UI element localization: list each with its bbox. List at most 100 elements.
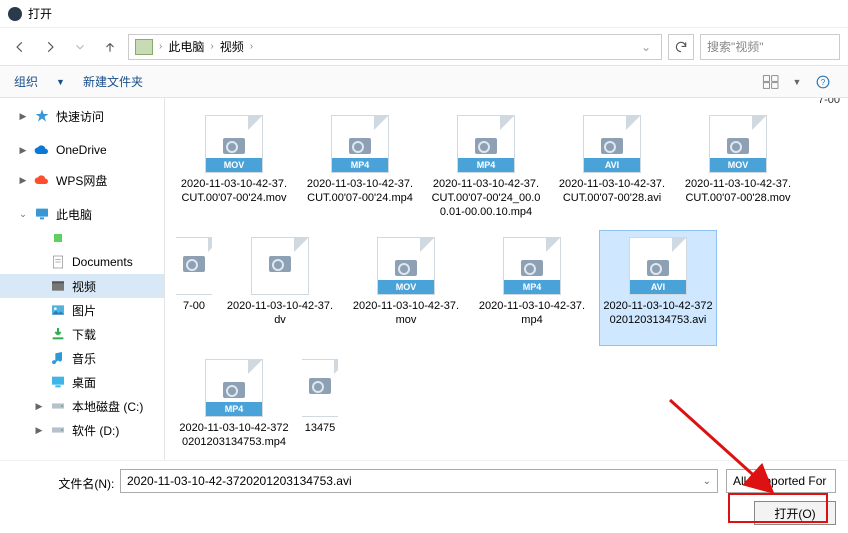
camera-icon (647, 260, 669, 276)
organize-menu[interactable]: 组织 (14, 73, 38, 90)
sidebar-item-this-pc[interactable]: ⌄ 此电脑 (0, 202, 164, 226)
new-folder-button[interactable]: 新建文件夹 (83, 73, 143, 90)
file-thumbnail: MP4 (205, 359, 263, 417)
expand-icon[interactable]: ▶ (18, 111, 28, 122)
file-thumbnail: AVI (629, 237, 687, 295)
file-item[interactable]: MP4 2020-11-03-10-42-3720201203134753.mp4 (175, 352, 293, 460)
format-badge: MP4 (458, 158, 514, 172)
file-name: 2020-11-03-10-42-3720201203134753.mp4 (178, 421, 290, 460)
sidebar-item-music[interactable]: 音乐 (0, 346, 164, 370)
chevron-down-icon[interactable]: ⌄ (703, 476, 711, 487)
sidebar-item-videos[interactable]: 视频 (0, 274, 164, 298)
file-name: 2020-11-03-10-42-37.mov (350, 299, 462, 341)
file-item[interactable]: MP4 2020-11-03-10-42-37.CUT.00'07-00'24_0… (427, 108, 545, 224)
file-name: 2020-11-03-10-42-37.CUT.00'07-00'24_00.0… (430, 177, 542, 219)
sidebar-item-documents[interactable]: Documents (0, 250, 164, 274)
download-icon (50, 326, 66, 342)
recent-dropdown[interactable] (68, 35, 92, 59)
format-badge: MOV (378, 280, 434, 294)
content: ▶ 快速访问 ▶ OneDrive ▶ WPS网盘 ⌄ 此电脑 (0, 98, 848, 460)
format-badge: MP4 (206, 402, 262, 416)
expand-icon[interactable]: ▶ (18, 175, 28, 186)
expand-icon[interactable]: ▶ (18, 145, 28, 156)
file-thumbnail: MOV (377, 237, 435, 295)
file-name: 13475 (302, 421, 338, 460)
sidebar-item-wps[interactable]: ▶ WPS网盘 (0, 168, 164, 192)
sidebar-item-downloads[interactable]: 下载 (0, 322, 164, 346)
sidebar-item-drive-d[interactable]: ▶ 软件 (D:) (0, 418, 164, 442)
search-placeholder: 搜索"视频" (707, 38, 764, 55)
file-thumbnail: AVI (583, 115, 641, 173)
sidebar-item-onedrive[interactable]: ▶ OneDrive (0, 138, 164, 162)
expand-icon[interactable]: ▶ (34, 401, 44, 412)
view-mode-button[interactable] (760, 73, 782, 91)
refresh-button[interactable] (668, 34, 694, 60)
file-item[interactable]: 13475 (301, 352, 339, 460)
file-type-filter[interactable]: All Supported For (726, 469, 836, 493)
file-name: 2020-11-03-10-42-37.dv (224, 299, 336, 341)
desktop-icon (50, 374, 66, 390)
filename-label: 文件名(N): (58, 475, 114, 492)
file-thumbnail (251, 237, 309, 295)
file-thumbnail (175, 237, 213, 295)
breadcrumb[interactable]: › 此电脑 › 视频 › ⌄ (128, 34, 662, 60)
cube-icon (50, 230, 66, 246)
chevron-down-icon[interactable]: ▼ (786, 73, 808, 91)
file-item[interactable]: MOV2020-11-03-10-42-37.CUT.00'07-00'28.m… (679, 108, 797, 224)
open-button[interactable]: 打开(O) (754, 501, 836, 525)
sidebar-item-desktop[interactable]: 桌面 (0, 370, 164, 394)
filename-input[interactable]: 2020-11-03-10-42-3720201203134753.avi ⌄ (120, 469, 718, 493)
window-title: 打开 (28, 5, 52, 22)
file-name: 2020-11-03-10-42-37.mp4 (476, 299, 588, 341)
crumb-folder[interactable]: 视频 (220, 38, 244, 55)
file-item[interactable]: 7-00 (175, 230, 213, 346)
chevron-down-icon: ▼ (56, 77, 65, 87)
sidebar-item-drive-c[interactable]: ▶ 本地磁盘 (C:) (0, 394, 164, 418)
sidebar-item-quick-access[interactable]: ▶ 快速访问 (0, 104, 164, 128)
file-name: 7-00 (176, 299, 212, 341)
file-thumbnail: MOV (709, 115, 767, 173)
file-item[interactable]: AVI2020-11-03-10-42-37.CUT.00'07-00'28.a… (553, 108, 671, 224)
file-item[interactable]: MP42020-11-03-10-42-37.CUT.00'07-00'24.m… (301, 108, 419, 224)
sidebar-item-pictures[interactable]: 图片 (0, 298, 164, 322)
search-input[interactable]: 搜索"视频" (700, 34, 840, 60)
svg-text:?: ? (821, 77, 826, 86)
format-badge: AVI (584, 158, 640, 172)
back-button[interactable] (8, 35, 32, 59)
bottom-bar: 文件名(N): 2020-11-03-10-42-372020120313475… (0, 460, 848, 533)
camera-icon (521, 260, 543, 276)
file-item[interactable]: MP42020-11-03-10-42-37.mp4 (473, 230, 591, 346)
collapse-icon[interactable]: ⌄ (18, 209, 28, 220)
chevron-right-icon: › (250, 41, 253, 52)
format-badge: MP4 (332, 158, 388, 172)
camera-icon (601, 138, 623, 154)
sidebar-item-3d[interactable] (0, 226, 164, 250)
camera-icon (349, 138, 371, 154)
file-item[interactable]: MOV 2020-11-03-10-42-37.mov (347, 230, 465, 346)
file-thumbnail: MP4 (457, 115, 515, 173)
file-name: 2020-11-03-10-42-37.CUT.00'07-00'24.mov (178, 177, 290, 219)
file-thumbnail: MOV (205, 115, 263, 173)
file-thumbnail (301, 359, 339, 417)
file-grid[interactable]: 7-00 MOV2020-11-03-10-42-37.CUT.00'07-00… (165, 98, 848, 460)
file-item[interactable]: 2020-11-03-10-42-37.dv (221, 230, 339, 346)
file-item[interactable]: AVI 2020-11-03-10-42-3720201203134753.avi (599, 230, 717, 346)
format-badge: AVI (630, 280, 686, 294)
image-icon (50, 302, 66, 318)
video-icon (50, 278, 66, 294)
music-icon (50, 350, 66, 366)
up-button[interactable] (98, 35, 122, 59)
expand-icon[interactable]: ▶ (34, 425, 44, 436)
file-name: 2020-11-03-10-42-3720201203134753.avi (602, 299, 714, 341)
crumb-root[interactable]: 此电脑 (168, 38, 204, 55)
navbar: › 此电脑 › 视频 › ⌄ 搜索"视频" (0, 28, 848, 66)
star-icon (34, 108, 50, 124)
help-button[interactable]: ? (812, 73, 834, 91)
file-name: 2020-11-03-10-42-37.CUT.00'07-00'28.mov (682, 177, 794, 219)
camera-icon (727, 138, 749, 154)
file-item[interactable]: MOV2020-11-03-10-42-37.CUT.00'07-00'24.m… (175, 108, 293, 224)
forward-button[interactable] (38, 35, 62, 59)
chevron-down-icon[interactable]: ⌄ (641, 40, 651, 54)
cutoff-label: 7-00 (818, 98, 840, 106)
pc-icon (34, 206, 50, 222)
